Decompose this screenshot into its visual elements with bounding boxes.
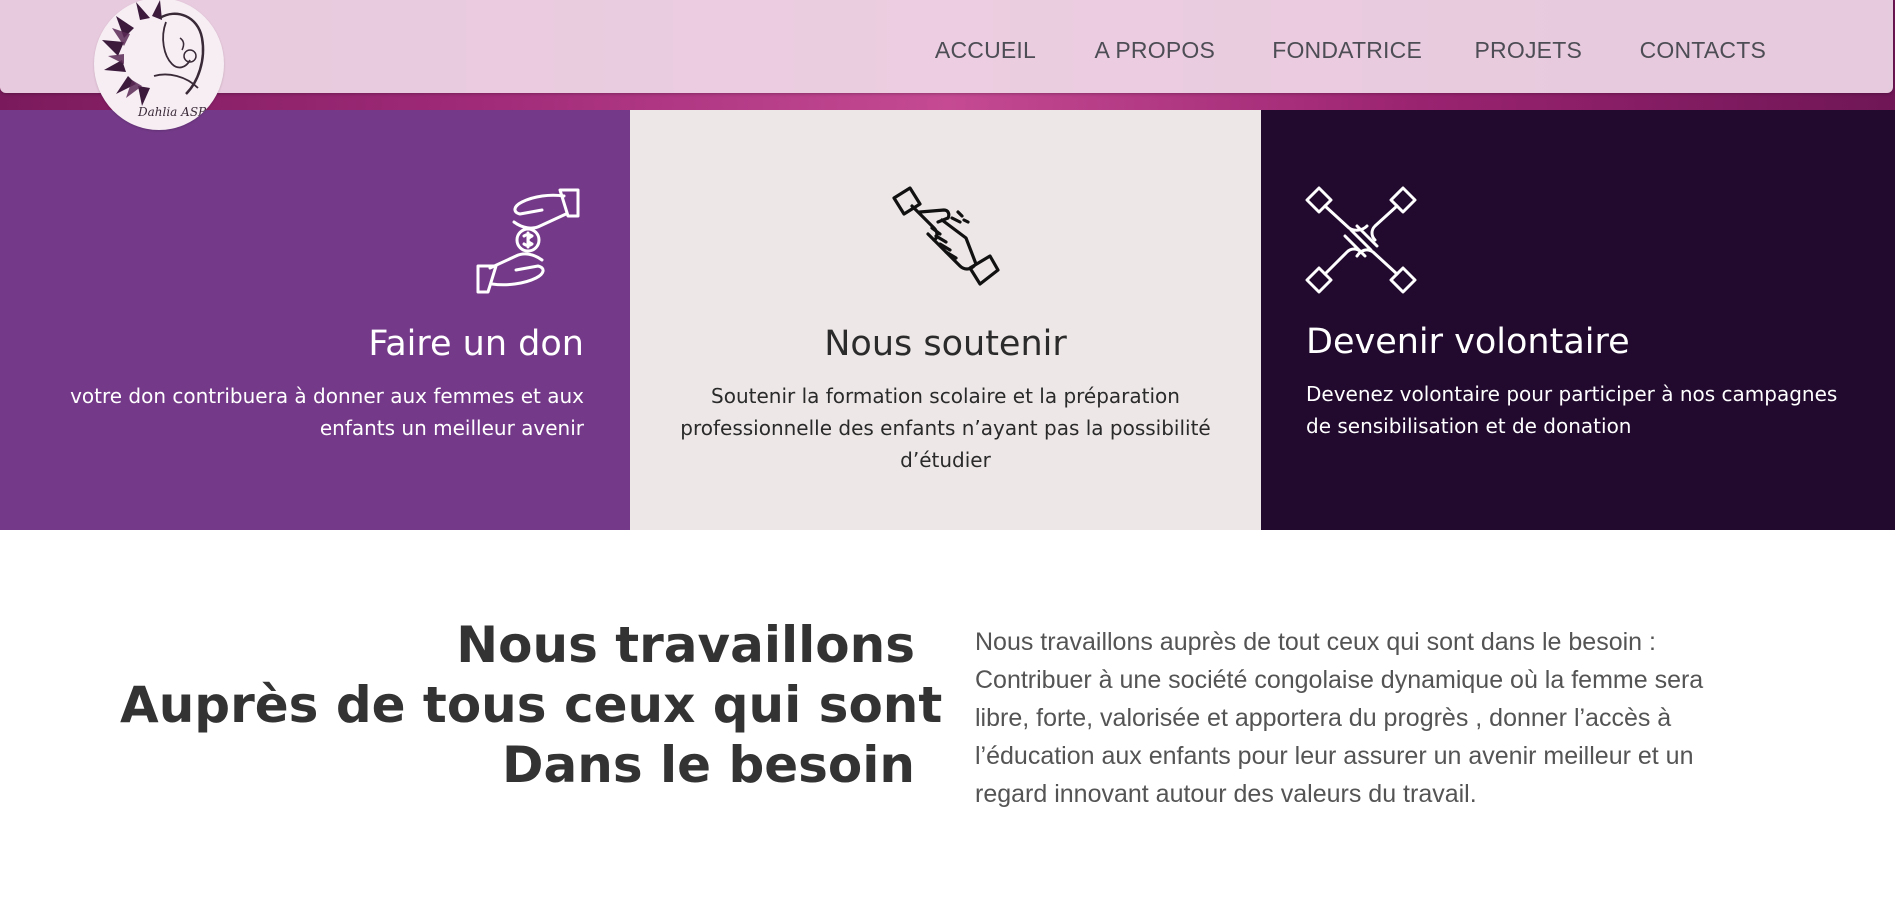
card-description-line: votre don contribuera à donner aux femme… [70,384,584,408]
about-heading-line: Nous travaillons [456,616,915,674]
nav-item-contacts[interactable]: CONTACTS [1640,37,1766,64]
card-description-line: de sensibilisation et de donation [1306,414,1632,438]
about-heading-line: Dans le besoin [501,736,915,794]
about-paragraph: Nous travaillons auprès de tout ceux qui… [975,623,1775,813]
nav-item-a-propos[interactable]: A PROPOS [1095,37,1215,64]
nav-item-projets[interactable]: PROJETS [1475,37,1582,64]
card-description-line: enfants un meilleur avenir [319,416,584,440]
card-title: Faire un don [368,324,584,364]
card-description: votre don contribuera à donner aux femme… [70,380,584,444]
nav-item-fondatrice[interactable]: FONDATRICE [1272,37,1422,64]
card-description-line: Soutenir la formation scolaire et la pré… [711,384,1180,408]
handshake-icon [892,186,1000,286]
site-header: ACCUEIL A PROPOS FONDATRICE PROJETS CONT… [0,0,1893,93]
about-paragraph-line: Contribuer à une société congolaise dyna… [975,666,1704,694]
card-title: Devenir volontaire [1306,322,1630,362]
about-paragraph-line: l’éducation aux enfants pour leur assure… [975,742,1694,770]
dahlia-logo-icon: Dahlia ASBL [102,0,215,119]
site-logo[interactable]: Dahlia ASBL [94,0,224,130]
about-paragraph-line: libre, forte, valorisée et apportera du … [975,704,1672,732]
card-nous-soutenir[interactable]: Nous soutenir Soutenir la formation scol… [630,110,1261,530]
about-heading-line: Auprès de tous ceux qui sont [120,676,943,734]
card-description-line: d’étudier [900,448,991,472]
card-description: Devenez volontaire pour participer à nos… [1306,378,1837,442]
card-description-line: professionnelle des enfants n’ayant pas … [680,416,1211,440]
card-faire-un-don[interactable]: Faire un don votre don contribuera à don… [0,110,630,530]
card-description: Soutenir la formation scolaire et la pré… [630,380,1261,476]
hands-donation-icon [476,188,580,294]
about-paragraph-line: regard innovant autour des valeurs du tr… [975,780,1477,808]
card-title: Nous soutenir [824,324,1067,364]
about-heading: Nous travaillons Auprès de tous ceux qui… [120,615,943,795]
card-description-line: Devenez volontaire pour participer à nos… [1306,382,1838,406]
card-devenir-volontaire[interactable]: Devenir volontaire Devenez volontaire po… [1261,110,1895,530]
joined-hands-icon [1305,186,1417,294]
nav-item-accueil[interactable]: ACCUEIL [935,37,1036,64]
about-paragraph-line: Nous travaillons auprès de tout ceux qui… [975,628,1656,656]
